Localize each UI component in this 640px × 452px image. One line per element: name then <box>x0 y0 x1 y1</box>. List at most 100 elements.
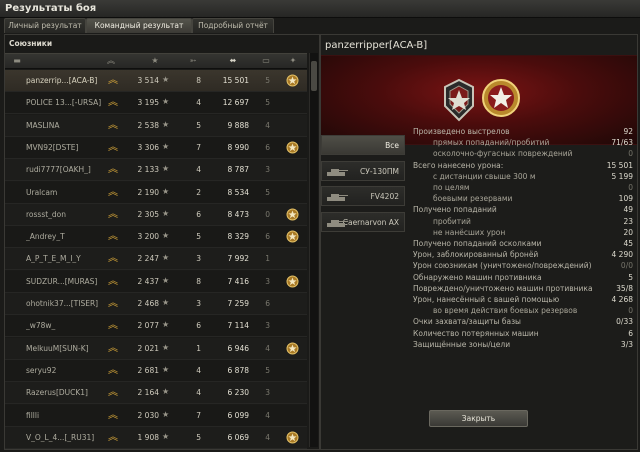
shell-icon[interactable]: ➵ <box>187 56 199 65</box>
frags-value: 7 <box>196 410 201 420</box>
damage-value: 6 069 <box>227 432 249 442</box>
frags-value: 4 <box>196 365 201 375</box>
damage-value: 9 888 <box>227 120 249 130</box>
experience-value: 3 200 <box>137 232 159 242</box>
medal-icon[interactable]: ✦ <box>287 56 299 65</box>
player-name: fillli <box>26 410 40 420</box>
vehicle-tab-su130pm[interactable]: СУ-130ПМ <box>321 161 405 181</box>
damage-value: 12 697 <box>222 98 249 108</box>
window-titlebar[interactable]: Результаты боя <box>0 0 640 18</box>
stat-value: 23 <box>623 216 633 226</box>
sort-damage-icon[interactable]: ⬌ <box>227 56 239 65</box>
stat-label: Обнаружено машин противника <box>413 272 542 282</box>
table-row[interactable]: fillli ︽ 2 030 ★ 7 6 099 4 <box>5 404 307 427</box>
damage-value: 8 787 <box>227 165 249 175</box>
frags-value: 5 <box>196 120 201 130</box>
team-panel: Союзники ▬ ︽ ★ ➵ ⬌ ▭ ✦ panzerrip...[ACA-… <box>4 34 320 450</box>
table-row[interactable]: MelkuuM[SUN-K] ︽ 2 021 ★ 1 6 946 4 <box>5 337 307 360</box>
frags-value: 4 <box>196 98 201 108</box>
table-row[interactable]: MVN92[DSTE] ︽ 3 306 ★ 7 8 990 6 <box>5 136 307 159</box>
table-row[interactable]: rudi7777[OAKH_] ︽ 2 133 ★ 4 8 787 3 <box>5 159 307 182</box>
kills-value: 6 <box>265 232 270 242</box>
star-icon[interactable]: ★ <box>149 56 161 65</box>
close-button[interactable]: Закрыть <box>429 410 528 427</box>
player-name: ohotnik37...[TISER] <box>26 299 99 308</box>
table-row[interactable]: Uralcam ︽ 2 190 ★ 2 8 534 5 <box>5 181 307 204</box>
table-row[interactable]: V_O_L_4...[_RU31] ︽ 1 908 ★ 5 6 069 4 <box>5 426 307 449</box>
stat-value: 71/63 <box>611 138 633 148</box>
table-row[interactable]: panzerrip...[ACA-B] ︽ 3 514 ★ 8 15 501 5 <box>5 70 307 92</box>
table-row[interactable]: _w78w_ ︽ 2 077 ★ 6 7 114 3 <box>5 315 307 338</box>
player-name: panzerrip...[ACA-B] <box>26 76 98 85</box>
stat-value: 4 290 <box>611 250 633 260</box>
stat-row: Произведено выстрелов 92 <box>413 127 633 137</box>
stat-value: 49 <box>623 205 633 215</box>
table-row[interactable]: A_P_T_E_M_I_Y ︽ 2 247 ★ 3 7 992 1 <box>5 248 307 271</box>
frags-value: 6 <box>196 209 201 219</box>
vehicle-tab-fv4202[interactable]: FV4202 <box>321 186 405 206</box>
kills-value: 4 <box>265 120 270 130</box>
table-row[interactable]: rossst_don ︽ 2 305 ★ 6 8 473 0 <box>5 203 307 226</box>
kills-value: 3 <box>265 388 270 398</box>
table-row[interactable]: POLICE 13...[-URSA] ︽ 3 195 ★ 4 12 697 5 <box>5 92 307 115</box>
kills-value: 0 <box>265 209 270 219</box>
kills-value: 4 <box>265 410 270 420</box>
chevron-rank-icon: ︽ <box>108 298 118 309</box>
stat-row: Очки захвата/защиты базы 0/33 <box>413 317 633 327</box>
table-row[interactable]: Razerus[DUCK1] ︽ 2 164 ★ 4 6 230 3 <box>5 382 307 405</box>
star-icon: ★ <box>162 387 170 397</box>
experience-value: 2 437 <box>137 276 159 286</box>
frags-value: 1 <box>196 343 201 353</box>
vehicle-tab-caernarvon-ax[interactable]: Caernarvon AX <box>321 212 405 232</box>
tank-type-icon[interactable]: ▬ <box>11 56 23 65</box>
stat-row: с дистанции свыше 300 м 5 199 <box>413 172 633 182</box>
table-row[interactable]: MASLINA ︽ 2 538 ★ 5 9 888 4 <box>5 114 307 137</box>
chevron-rank-icon[interactable]: ︽ <box>105 56 117 65</box>
star-icon: ★ <box>162 320 170 330</box>
stat-row: по целям 0 <box>413 183 633 193</box>
kills-value: 1 <box>265 254 270 264</box>
player-name: SUDZUR...[MURAS] <box>26 276 98 286</box>
frags-value: 5 <box>196 232 201 242</box>
chevron-rank-icon: ︽ <box>108 208 118 220</box>
experience-value: 2 133 <box>137 165 159 175</box>
player-name: seryu92 <box>26 365 57 375</box>
table-row[interactable]: _Andrey_T ︽ 3 200 ★ 5 8 329 6 <box>5 226 307 249</box>
vehicle-tab-label: Все <box>385 141 399 150</box>
stat-label: Количество потерянных машин <box>413 328 539 338</box>
stat-value: 0/0 <box>620 261 633 271</box>
frags-value: 4 <box>196 388 201 398</box>
chevron-rank-icon: ︽ <box>108 75 118 86</box>
scrollbar-thumb[interactable] <box>311 61 317 91</box>
chevron-rank-icon: ︽ <box>108 275 118 287</box>
table-row[interactable]: seryu92 ︽ 2 681 ★ 4 6 878 5 <box>5 359 307 382</box>
vehicle-tab-all[interactable]: Все <box>321 135 405 155</box>
stat-label: Повреждено/уничтожено машин противника <box>413 283 593 293</box>
table-row[interactable]: ohotnik37...[TISER] ︽ 2 468 ★ 3 7 259 6 <box>5 293 307 315</box>
star-icon: ★ <box>162 119 170 129</box>
stat-value: 0/33 <box>616 317 633 327</box>
tab-team-result[interactable]: Командный результат <box>86 18 192 33</box>
scrollbar[interactable] <box>309 53 318 447</box>
experience-value: 2 468 <box>137 299 159 308</box>
star-icon: ★ <box>162 364 170 374</box>
kills-value: 3 <box>265 321 270 331</box>
window-title: Результаты боя <box>5 3 97 14</box>
star-icon: ★ <box>162 231 170 241</box>
stat-row: пробитий 23 <box>413 217 633 227</box>
tank-silhouette-icon <box>327 169 348 176</box>
star-icon: ★ <box>162 409 170 419</box>
chevron-rank-icon: ︽ <box>108 119 118 131</box>
medal-icon <box>286 141 299 154</box>
tab-detailed-report[interactable]: Подробный отчёт <box>192 18 274 33</box>
stat-value: 92 <box>623 127 633 136</box>
table-row[interactable]: SUDZUR...[MURAS] ︽ 2 437 ★ 8 7 416 3 <box>5 270 307 293</box>
stat-row: Получено попаданий осколками 45 <box>413 239 633 249</box>
chevron-rank-icon: ︽ <box>108 431 118 443</box>
medal-icon <box>286 208 299 221</box>
damage-value: 8 534 <box>227 187 249 197</box>
stat-value: 109 <box>618 194 633 204</box>
tab-personal-result[interactable]: Личный результат <box>4 18 86 33</box>
tank-kill-icon[interactable]: ▭ <box>260 56 272 65</box>
player-name: MVN92[DSTE] <box>26 142 79 152</box>
